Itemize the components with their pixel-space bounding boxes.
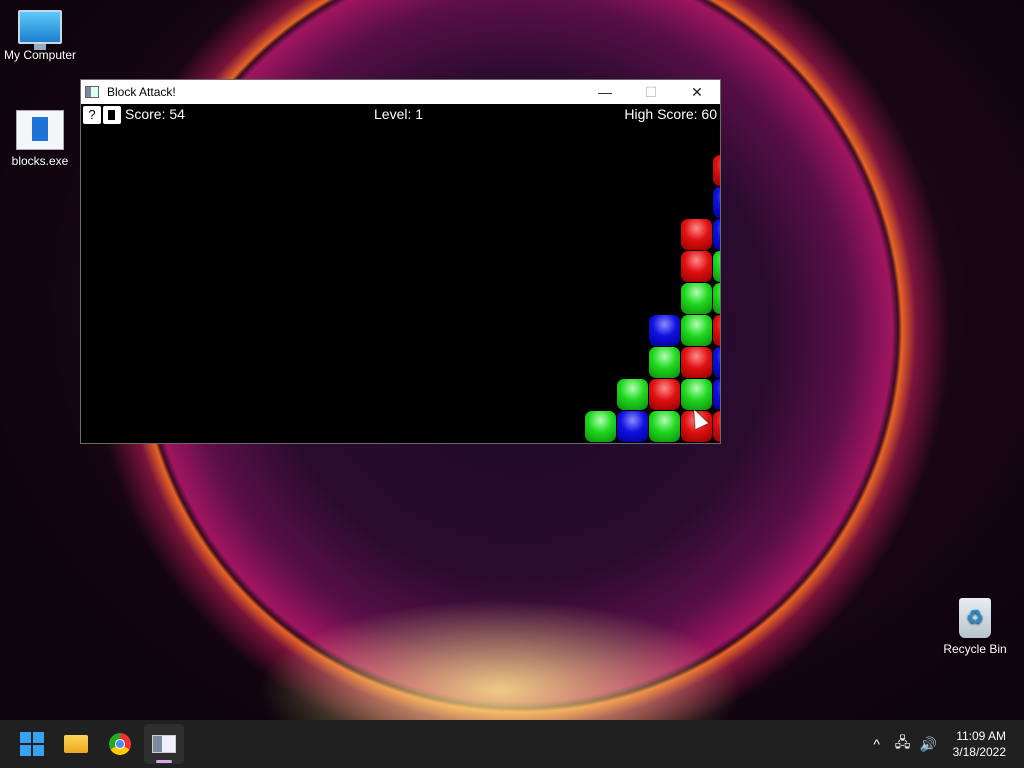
executable-icon — [16, 110, 64, 150]
desktop-icon-my-computer[interactable]: My Computer — [0, 10, 80, 62]
block-blue[interactable] — [649, 315, 680, 346]
chevron-up-icon[interactable]: ^ — [865, 736, 889, 752]
windows-start-icon — [20, 732, 44, 756]
system-tray: ^ 🖧 🔊 11:09 AM 3/18/2022 — [865, 720, 1024, 768]
block-red[interactable] — [713, 315, 720, 346]
chrome-button[interactable] — [100, 724, 140, 764]
block-green[interactable] — [617, 379, 648, 410]
stop-button[interactable] — [103, 106, 121, 124]
block-green[interactable] — [713, 251, 720, 282]
close-button[interactable]: ✕ — [674, 80, 720, 104]
high-score-label: High Score: 60 — [624, 106, 717, 122]
block-green[interactable] — [681, 315, 712, 346]
clock[interactable]: 11:09 AM 3/18/2022 — [953, 728, 1006, 760]
block-blue[interactable] — [713, 219, 720, 250]
level-label: Level: 1 — [374, 106, 424, 122]
network-icon[interactable]: 🖧 — [891, 732, 915, 756]
block-red[interactable] — [681, 347, 712, 378]
block-blue[interactable] — [713, 379, 720, 410]
block-attack-icon — [152, 735, 176, 753]
block-blue[interactable] — [713, 347, 720, 378]
block-red[interactable] — [713, 411, 720, 442]
window-title: Block Attack! — [107, 85, 176, 99]
block-green[interactable] — [681, 379, 712, 410]
block-blue[interactable] — [617, 411, 648, 442]
clock-date: 3/18/2022 — [952, 745, 1006, 759]
block-attack-window: Block Attack! — ☐ ✕ ? Score: 54 Level: 1… — [80, 79, 721, 444]
taskbar: ^ 🖧 🔊 11:09 AM 3/18/2022 — [0, 720, 1024, 768]
folder-icon — [64, 735, 88, 753]
window-titlebar[interactable]: Block Attack! — ☐ ✕ — [81, 80, 720, 104]
maximize-button[interactable]: ☐ — [628, 80, 674, 104]
block-green[interactable] — [585, 411, 616, 442]
block-green[interactable] — [681, 283, 712, 314]
recycle-bin-icon: ♻ — [959, 598, 991, 638]
block-red[interactable] — [649, 379, 680, 410]
app-icon — [85, 86, 99, 98]
block-blue[interactable] — [713, 187, 720, 218]
block-green[interactable] — [713, 283, 720, 314]
block-attack-taskbar-button[interactable] — [144, 724, 184, 764]
block-green[interactable] — [649, 347, 680, 378]
minimize-button[interactable]: — — [582, 80, 628, 104]
start-button[interactable] — [12, 724, 52, 764]
help-button[interactable]: ? — [83, 106, 101, 124]
desktop-icon-blocks-exe[interactable]: blocks.exe — [0, 110, 80, 168]
desktop-icon-label: Recycle Bin — [943, 642, 1007, 656]
block-red[interactable] — [713, 155, 720, 186]
computer-icon — [18, 10, 62, 50]
desktop-icon-label: My Computer — [3, 48, 77, 62]
chrome-icon — [109, 733, 131, 755]
desktop-icon-recycle-bin[interactable]: ♻ Recycle Bin — [935, 598, 1015, 656]
score-label: Score: 54 — [125, 106, 185, 122]
block-green[interactable] — [649, 411, 680, 442]
volume-icon[interactable]: 🔊 — [917, 736, 941, 753]
clock-time: 11:09 AM — [956, 729, 1006, 743]
file-explorer-button[interactable] — [56, 724, 96, 764]
block-red[interactable] — [681, 219, 712, 250]
desktop-icon-label: blocks.exe — [11, 154, 69, 168]
block-red[interactable] — [681, 251, 712, 282]
game-board[interactable]: ? Score: 54 Level: 1 High Score: 60 — [81, 104, 720, 443]
